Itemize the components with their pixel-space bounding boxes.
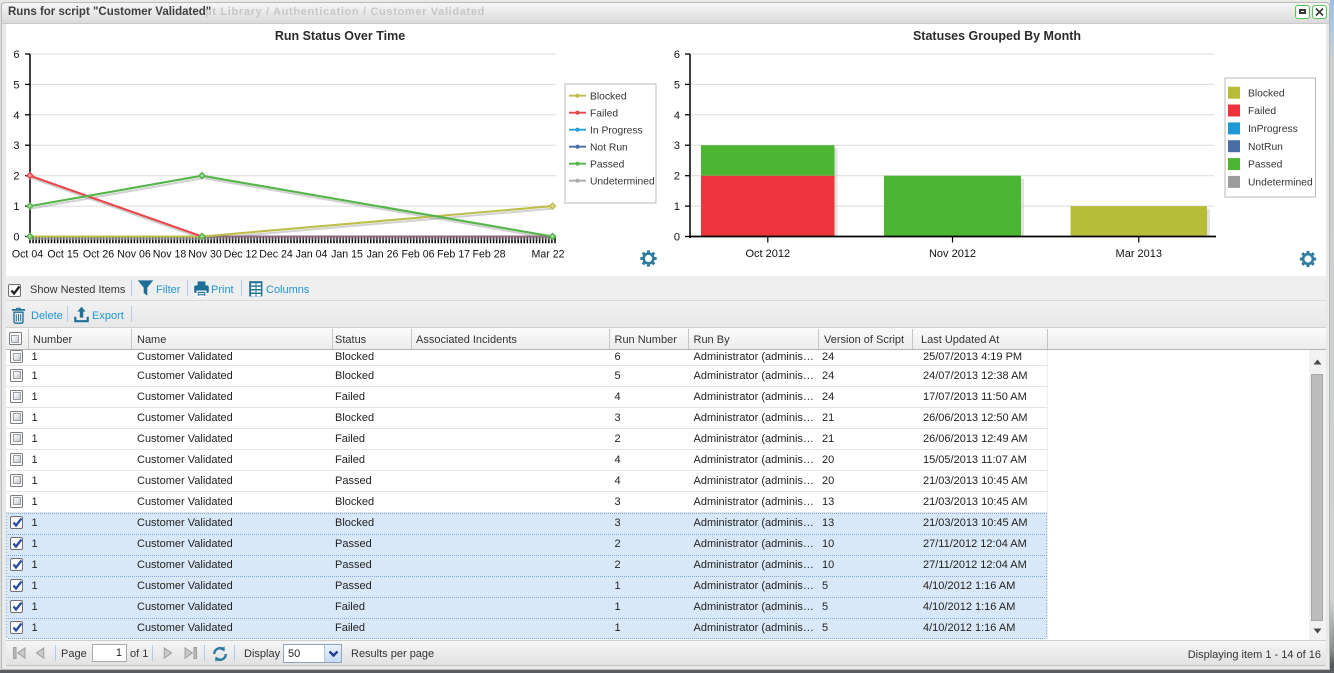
- svg-text:Failed: Failed: [590, 108, 618, 119]
- svg-text:Nov 2012: Nov 2012: [929, 248, 976, 260]
- svg-text:3: 3: [13, 140, 19, 152]
- svg-text:6: 6: [13, 49, 19, 61]
- svg-text:Undetermined: Undetermined: [1248, 178, 1313, 189]
- svg-text:Jan 04: Jan 04: [296, 249, 328, 261]
- svg-text:InProgress: InProgress: [1248, 124, 1298, 135]
- svg-text:Nov 30: Nov 30: [188, 249, 222, 261]
- svg-text:Feb 28: Feb 28: [473, 249, 506, 261]
- svg-text:4: 4: [674, 110, 680, 122]
- svg-text:Dec 12: Dec 12: [224, 249, 258, 261]
- svg-text:Oct 04: Oct 04: [12, 249, 43, 261]
- svg-text:Passed: Passed: [1248, 160, 1283, 171]
- svg-text:3: 3: [674, 140, 680, 152]
- svg-text:Not Run: Not Run: [590, 142, 628, 153]
- svg-text:Nov 06: Nov 06: [117, 249, 151, 261]
- svg-text:2: 2: [674, 171, 680, 183]
- svg-text:In Progress: In Progress: [590, 125, 643, 136]
- svg-text:1: 1: [674, 201, 680, 213]
- svg-text:Jan 26: Jan 26: [367, 249, 399, 261]
- svg-text:Oct 26: Oct 26: [83, 249, 114, 261]
- svg-text:Statuses Grouped By Month: Statuses Grouped By Month: [913, 29, 1081, 43]
- svg-text:0: 0: [13, 232, 19, 244]
- svg-text:Undetermined: Undetermined: [590, 176, 655, 187]
- svg-text:Dec 24: Dec 24: [259, 249, 293, 261]
- svg-text:Failed: Failed: [1248, 106, 1276, 117]
- svg-text:Blocked: Blocked: [590, 91, 627, 102]
- svg-text:Mar 22: Mar 22: [532, 249, 565, 261]
- svg-text:Oct 15: Oct 15: [47, 249, 78, 261]
- svg-text:1: 1: [13, 201, 19, 213]
- svg-text:NotRun: NotRun: [1248, 142, 1283, 153]
- svg-text:Feb 06: Feb 06: [402, 249, 435, 261]
- svg-text:5: 5: [13, 79, 19, 91]
- svg-text:Oct 2012: Oct 2012: [745, 248, 790, 260]
- svg-text:Passed: Passed: [590, 159, 625, 170]
- svg-text:Blocked: Blocked: [1248, 88, 1285, 99]
- svg-text:Run Status Over Time: Run Status Over Time: [275, 29, 405, 43]
- svg-text:Feb 17: Feb 17: [437, 249, 470, 261]
- svg-text:2: 2: [13, 171, 19, 183]
- svg-text:Jan 15: Jan 15: [331, 249, 363, 261]
- svg-text:5: 5: [674, 79, 680, 91]
- svg-text:Nov 18: Nov 18: [153, 249, 187, 261]
- svg-text:6: 6: [674, 49, 680, 61]
- svg-text:4: 4: [13, 110, 19, 122]
- svg-text:0: 0: [674, 232, 680, 244]
- svg-text:Mar 2013: Mar 2013: [1116, 248, 1162, 260]
